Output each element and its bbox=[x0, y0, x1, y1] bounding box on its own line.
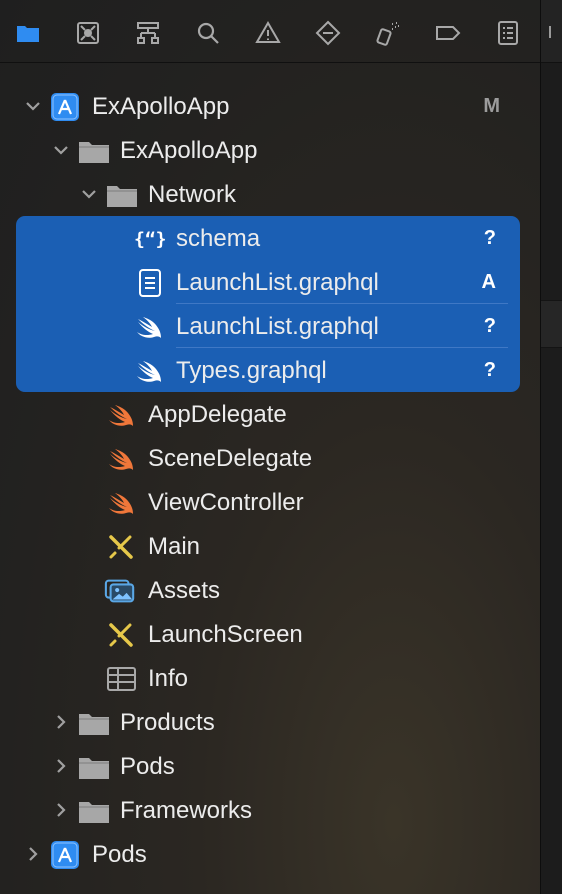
tree-row-group[interactable]: Frameworks bbox=[0, 788, 540, 832]
tree-row-label: Assets bbox=[148, 577, 221, 604]
document-icon bbox=[139, 269, 161, 297]
chevron-right-icon[interactable] bbox=[24, 845, 42, 863]
tree-row-label: Frameworks bbox=[120, 797, 253, 824]
storyboard-icon bbox=[109, 535, 133, 559]
tree-row-label: ExApolloApp bbox=[120, 137, 258, 164]
tree-row-label: schema bbox=[176, 225, 261, 252]
tag-icon[interactable] bbox=[433, 18, 463, 48]
tree-row-network[interactable]: Network bbox=[0, 172, 540, 216]
tree-row-label: AppDelegate bbox=[148, 401, 287, 428]
tree-row-file[interactable]: Info bbox=[0, 656, 540, 700]
diamond-minus-icon[interactable] bbox=[313, 18, 343, 48]
chevron-right-icon[interactable] bbox=[52, 801, 70, 819]
tree-row-group[interactable]: Pods bbox=[0, 744, 540, 788]
editor-current-line bbox=[541, 300, 562, 348]
status-badge: A bbox=[481, 271, 496, 293]
tree-row-label: Network bbox=[148, 181, 237, 208]
tree-row-file[interactable]: AppDelegate bbox=[0, 392, 540, 436]
tree-row-label: LaunchScreen bbox=[148, 621, 303, 648]
tree-row-file[interactable]: Assets bbox=[0, 568, 540, 612]
tree-row-label: LaunchList.graphql bbox=[176, 269, 379, 296]
tree-row-label: Main bbox=[148, 533, 201, 560]
search-icon[interactable] bbox=[193, 18, 223, 48]
tree-row-file[interactable]: LaunchScreen bbox=[0, 612, 540, 656]
status-badge: ? bbox=[483, 315, 496, 337]
tree-row-file[interactable]: Types.graphql ? bbox=[0, 348, 540, 392]
folder-icon bbox=[79, 802, 109, 823]
tree-row-label: LaunchList.graphql bbox=[176, 313, 379, 340]
tree-row-project[interactable]: Pods bbox=[0, 832, 540, 876]
navigator-toolbar bbox=[0, 0, 540, 63]
storyboard-icon bbox=[109, 623, 133, 647]
chevron-down-icon[interactable] bbox=[80, 185, 98, 203]
tree-row-label: Pods bbox=[92, 841, 147, 868]
tree-row-label: ViewController bbox=[148, 489, 304, 516]
tree-row-label: Info bbox=[148, 665, 189, 692]
folder-icon bbox=[107, 186, 137, 207]
tree-row-file[interactable]: Main bbox=[0, 524, 540, 568]
editor-edge bbox=[540, 0, 562, 894]
tree-row-file[interactable]: ViewController bbox=[0, 480, 540, 524]
xcode-project-icon bbox=[51, 841, 79, 869]
tree-row-label: SceneDelegate bbox=[148, 445, 313, 472]
swift-icon bbox=[137, 361, 161, 382]
tree-row-file[interactable]: SceneDelegate bbox=[0, 436, 540, 480]
spray-icon[interactable] bbox=[373, 18, 403, 48]
list-icon[interactable] bbox=[493, 18, 523, 48]
xcode-project-icon bbox=[51, 93, 79, 121]
tree-row-file[interactable]: {“} schema ? bbox=[0, 216, 540, 260]
folder-icon bbox=[79, 714, 109, 735]
status-badge: ? bbox=[483, 359, 496, 381]
chevron-down-icon[interactable] bbox=[24, 97, 42, 115]
tree-row-label: Pods bbox=[120, 753, 175, 780]
tree-row-label: Products bbox=[120, 709, 215, 736]
tab-edge bbox=[549, 26, 561, 38]
chevron-right-icon[interactable] bbox=[52, 757, 70, 775]
tree-row-project[interactable]: ExApolloApp M bbox=[0, 84, 540, 128]
chevron-right-icon[interactable] bbox=[52, 713, 70, 731]
status-badge: ? bbox=[483, 227, 496, 249]
folder-icon bbox=[79, 758, 109, 779]
editor-tab-bar bbox=[541, 0, 562, 63]
folder-icon bbox=[79, 142, 109, 163]
tree-row-label: ExApolloApp bbox=[92, 93, 230, 120]
svg-text:{“}: {“} bbox=[134, 229, 166, 250]
tree-row-group[interactable]: Products bbox=[0, 700, 540, 744]
swift-icon bbox=[109, 493, 133, 514]
tree-row-label: Types.graphql bbox=[176, 357, 327, 384]
json-braces-icon: {“} bbox=[134, 229, 166, 250]
swift-icon bbox=[137, 317, 161, 338]
tree-row-group[interactable]: ExApolloApp bbox=[0, 128, 540, 172]
tree-row-file[interactable]: LaunchList.graphql A bbox=[0, 260, 540, 304]
symbol-hierarchy-icon[interactable] bbox=[133, 18, 163, 48]
tree-row-file[interactable]: LaunchList.graphql ? bbox=[0, 304, 540, 348]
project-navigator: ExApolloApp M ExApolloApp Network {“} sc… bbox=[0, 0, 540, 894]
status-badge: M bbox=[483, 95, 500, 117]
asset-catalog-icon bbox=[104, 579, 135, 603]
plist-table-icon bbox=[107, 667, 136, 691]
folder-icon[interactable] bbox=[13, 18, 43, 48]
chevron-down-icon[interactable] bbox=[52, 141, 70, 159]
warning-icon[interactable] bbox=[253, 18, 283, 48]
swift-icon bbox=[109, 449, 133, 470]
swift-icon bbox=[109, 405, 133, 426]
source-control-icon[interactable] bbox=[73, 18, 103, 48]
